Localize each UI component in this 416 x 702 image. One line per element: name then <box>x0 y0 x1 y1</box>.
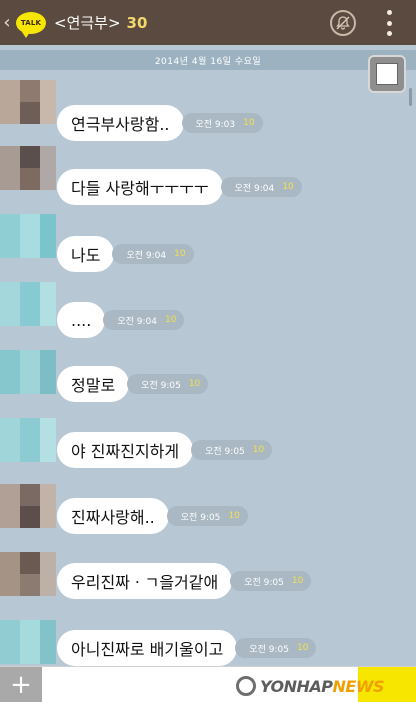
message-item[interactable]: .... 오전 9:04 10 <box>57 302 185 338</box>
message-time: 오전 9:05 <box>249 644 289 655</box>
message-time: 오전 9:03 <box>195 119 236 130</box>
unread-count: 10 <box>243 118 255 128</box>
plus-icon: + <box>10 670 32 700</box>
kakaotalk-logo-icon: TALK <box>16 11 46 38</box>
watermark-text: YONHAPNEWS <box>260 676 385 696</box>
watermark-text-main: YONHAP <box>260 676 333 696</box>
yonhap-logo-icon <box>236 676 256 696</box>
member-count: 30 <box>126 13 148 32</box>
message-item[interactable]: 진짜사랑해.. 오전 9:05 10 <box>57 498 248 534</box>
screenshot-toggle-button[interactable] <box>368 55 406 93</box>
chat-header: ‹ TALK <연극부> 30 <box>0 0 416 45</box>
message-time: 오전 9:05 <box>180 512 221 523</box>
message-item[interactable]: 우리진짜ㆍㄱ을거같애 오전 9:05 10 <box>57 563 312 599</box>
unread-count: 10 <box>188 379 201 389</box>
scrollbar[interactable] <box>409 88 412 106</box>
message-time: 오전 9:04 <box>117 316 157 327</box>
message-meta: 오전 9:04 10 <box>112 244 194 264</box>
message-item[interactable]: 야 진짜진지하게 오전 9:05 10 <box>57 432 273 468</box>
unread-count: 10 <box>174 249 186 259</box>
message-bubble[interactable]: 나도 <box>57 236 115 272</box>
message-bubble[interactable]: 연극부사랑함.. <box>57 105 184 141</box>
watermark: YONHAPNEWS <box>236 672 385 700</box>
message-meta: 오전 9:05 10 <box>235 638 317 658</box>
message-time: 오전 9:05 <box>244 577 284 588</box>
message-time: 오전 9:05 <box>141 380 181 391</box>
message-bubble[interactable]: .... <box>57 302 106 338</box>
date-divider-label: 2014년 4월 16일 수요일 <box>154 56 262 67</box>
unread-count: 10 <box>296 643 309 653</box>
message-bubble[interactable]: 정말로 <box>57 366 130 402</box>
message-item[interactable]: 다들 사랑해ㅜㅜㅜㅜ 오전 9:04 10 <box>57 169 302 205</box>
watermark-text-accent: NEWS <box>332 676 385 696</box>
message-item[interactable]: 연극부사랑함.. 오전 9:03 10 <box>57 105 263 141</box>
unread-count: 10 <box>164 315 177 325</box>
bell-off-icon <box>336 16 350 30</box>
mute-button[interactable] <box>330 10 356 36</box>
message-bubble[interactable]: 아니진짜로 배기울이고 <box>57 630 238 666</box>
unread-count: 10 <box>228 511 240 521</box>
room-title: <연극부> <box>54 14 121 32</box>
message-bubble[interactable]: 야 진짜진지하게 <box>57 432 194 468</box>
message-bubble[interactable]: 진짜사랑해.. <box>57 498 169 534</box>
message-item[interactable]: 나도 오전 9:04 10 <box>57 236 194 272</box>
message-item[interactable]: 아니진짜로 배기울이고 오전 9:05 10 <box>57 630 317 666</box>
message-time: 오전 9:04 <box>126 250 167 261</box>
attach-button[interactable]: + <box>0 667 42 702</box>
message-meta: 오전 9:05 10 <box>166 506 248 526</box>
square-icon <box>376 63 398 85</box>
message-meta: 오전 9:05 10 <box>127 374 209 394</box>
unread-count: 10 <box>282 182 294 192</box>
message-meta: 오전 9:05 10 <box>191 440 273 460</box>
message-bubble[interactable]: 다들 사랑해ㅜㅜㅜㅜ <box>57 169 223 205</box>
more-vertical-icon[interactable] <box>380 10 398 36</box>
message-time: 오전 9:04 <box>234 183 275 194</box>
back-button[interactable]: ‹ <box>0 0 14 45</box>
unread-count: 10 <box>291 576 304 586</box>
message-meta: 오전 9:04 10 <box>220 177 302 197</box>
message-bubble[interactable]: 우리진짜ㆍㄱ을거같애 <box>57 563 233 599</box>
unread-count: 10 <box>252 445 265 455</box>
message-time: 오전 9:05 <box>205 446 245 457</box>
date-divider: 2014년 4월 16일 수요일 <box>0 50 416 70</box>
message-item[interactable]: 정말로 오전 9:05 10 <box>57 366 209 402</box>
message-meta: 오전 9:03 10 <box>181 113 263 133</box>
message-meta: 오전 9:04 10 <box>103 310 185 330</box>
message-meta: 오전 9:05 10 <box>230 571 312 591</box>
talk-badge-label: TALK <box>20 18 42 27</box>
chevron-left-icon: ‹ <box>3 12 11 33</box>
